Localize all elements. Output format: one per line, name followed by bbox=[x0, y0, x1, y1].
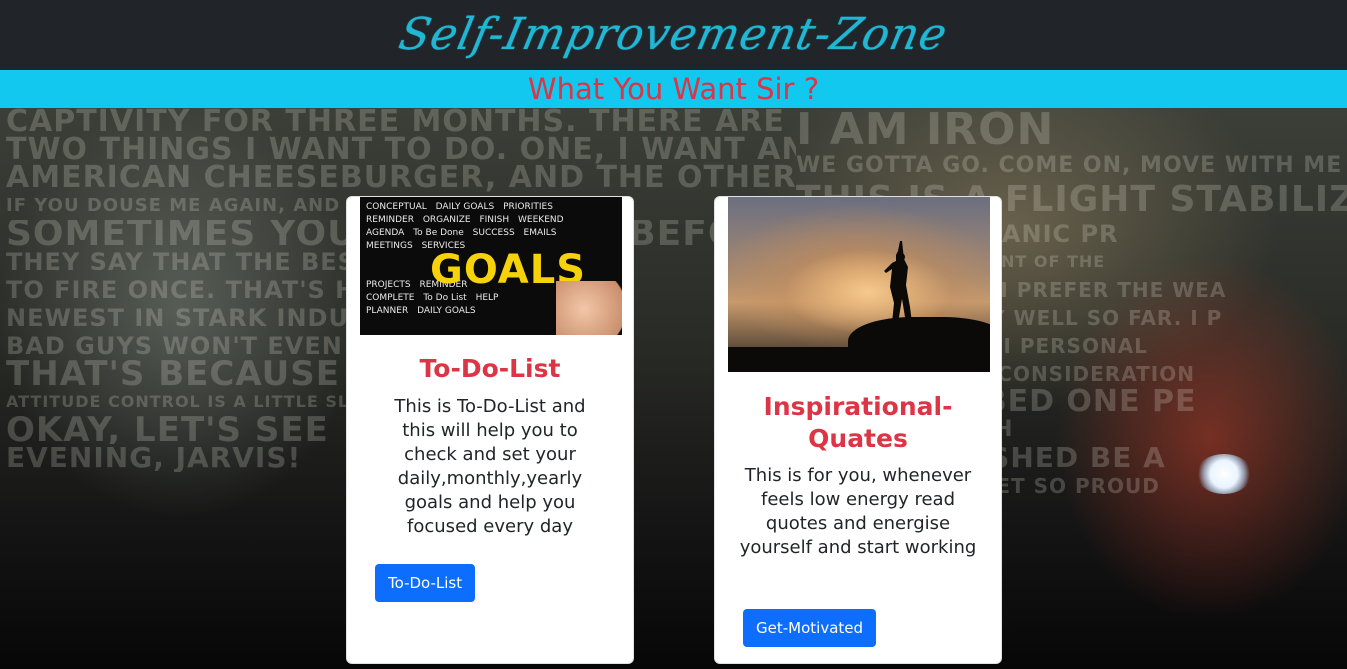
hero-line: I am Iron bbox=[796, 108, 1055, 152]
word: EMAILS bbox=[523, 228, 557, 238]
arc-reactor-glow bbox=[1196, 454, 1252, 494]
word: ORGANIZE bbox=[422, 215, 471, 225]
subtitle-bar: What You Want Sir ? bbox=[0, 70, 1347, 108]
todo-list-button[interactable]: To-Do-List bbox=[375, 564, 476, 602]
word: COMPLETE bbox=[366, 293, 415, 303]
word: PROJECTS bbox=[366, 280, 411, 290]
hero-line: Two things I want to do. One, I want an bbox=[6, 136, 796, 164]
rock-shape bbox=[848, 317, 990, 372]
word: To Be Done bbox=[413, 228, 464, 238]
brand-logo[interactable]: Self-Improvement-Zone bbox=[393, 0, 955, 70]
word: HELP bbox=[475, 293, 499, 303]
mountain-summit-image bbox=[728, 197, 990, 372]
word: DAILY GOALS bbox=[435, 202, 495, 212]
word: To Do List bbox=[423, 293, 467, 303]
climber-silhouette-icon bbox=[884, 241, 912, 323]
goals-image: CONCEPTUAL DAILY GOALS PRIORITIES REMIND… bbox=[360, 197, 622, 335]
word: DAILY GOALS bbox=[417, 306, 476, 316]
word: MEETINGS bbox=[366, 241, 413, 251]
hero-background: Captivity for three months. There are Tw… bbox=[0, 108, 1347, 669]
todo-list-card: CONCEPTUAL DAILY GOALS PRIORITIES REMIND… bbox=[346, 196, 634, 664]
word: PLANNER bbox=[366, 306, 409, 316]
word: WEEKEND bbox=[518, 215, 564, 225]
card-description: This is To-Do-List and this will help yo… bbox=[394, 396, 586, 537]
word: REMINDER bbox=[366, 215, 414, 225]
word: PRIORITIES bbox=[503, 202, 553, 212]
card-title: To-Do-List bbox=[419, 354, 561, 383]
card-title: Inspirational-Quates bbox=[763, 392, 953, 453]
hero-line: Captivity for three months. There are bbox=[6, 108, 785, 136]
word: AGENDA bbox=[366, 228, 405, 238]
top-navbar: Self-Improvement-Zone bbox=[0, 0, 1347, 70]
hero-line: We gotta go. Come on, move with me bbox=[796, 153, 1343, 178]
word: CONCEPTUAL bbox=[366, 202, 427, 212]
get-motivated-button[interactable]: Get-Motivated bbox=[743, 609, 877, 647]
word: FINISH bbox=[479, 215, 510, 225]
card-description: This is for you, whenever feels low ener… bbox=[739, 465, 977, 558]
hero-line: American cheeseburger, and the other bbox=[6, 164, 796, 192]
inspirational-quotes-card: Inspirational-Quates This is for you, wh… bbox=[714, 196, 1002, 664]
page-subtitle: What You Want Sir ? bbox=[527, 72, 820, 106]
hand-with-pen-icon bbox=[556, 281, 622, 335]
word: SUCCESS bbox=[472, 228, 515, 238]
